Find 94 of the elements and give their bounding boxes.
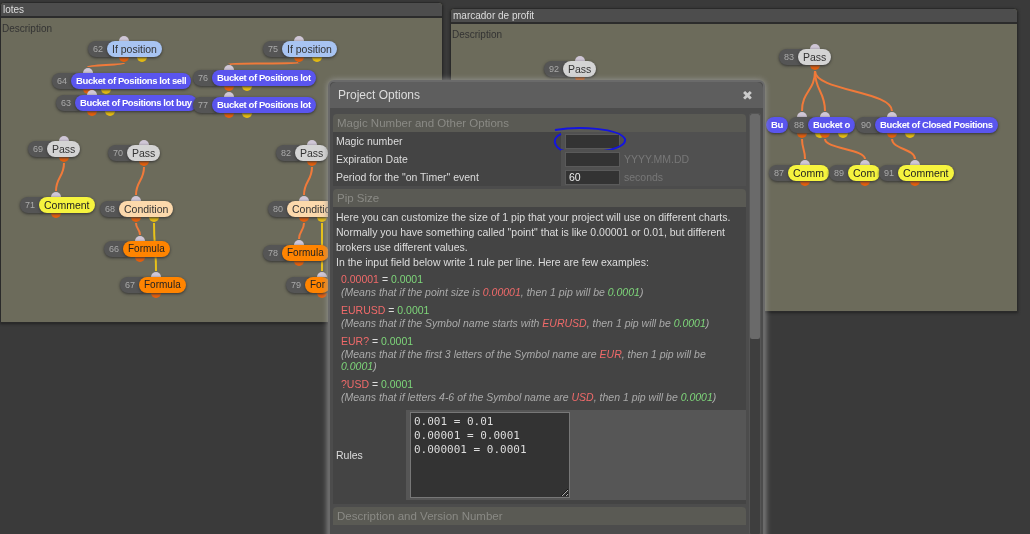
field-label: Rules [335,449,364,461]
node-label[interactable]: If position [107,41,162,57]
connector-line [891,138,916,160]
output-port[interactable] [135,257,145,262]
example-rule: ?USD = 0.0001 [341,378,415,391]
output-port[interactable] [317,293,327,298]
node-label[interactable]: If position [282,41,337,57]
connector-line [135,166,145,196]
output-port[interactable] [810,65,820,70]
input-field[interactable] [565,133,620,149]
node-label[interactable]: Bucket of Positions lot [212,97,316,113]
example-note: (Means that if the point size is 0.00001, then 1 pip will be 0.0001) [341,286,645,298]
output-port[interactable] [860,181,870,186]
node-label[interactable]: Formula [282,245,329,261]
dialog-title: Project Options [338,88,421,102]
output-port[interactable] [59,157,69,162]
rules-textarea[interactable]: 0.001 = 0.01 0.00001 = 0.0001 0.000001 = 0.0001 [410,412,570,498]
input-port[interactable] [810,44,820,49]
input-port[interactable] [135,236,145,241]
node-label[interactable]: Condition [119,201,174,217]
node-label[interactable]: Pass [127,145,161,161]
output-port[interactable] [51,213,61,218]
input-port[interactable] [910,160,920,165]
example-rule: 0.00001 = 0.0001 [341,273,425,286]
input-port[interactable] [800,160,810,165]
node-label[interactable]: Comment [898,165,954,181]
node-label[interactable]: Comm [788,165,829,181]
input-field[interactable]: 60 [565,169,620,185]
output-port[interactable] [307,161,317,166]
input-port[interactable] [294,36,304,41]
example-note: (Means that if letters 4-6 of the Symbol name are USD, then 1 pip will be 0.0001) [341,391,718,403]
input-port[interactable] [224,65,234,70]
input-port[interactable] [224,92,234,97]
input-port[interactable] [860,160,870,165]
node-label[interactable]: Pass [295,145,329,161]
scrollbar[interactable] [749,113,761,534]
output-port[interactable] [294,261,304,266]
input-port[interactable] [294,240,304,245]
node-label[interactable]: Bu [766,117,788,133]
input-port[interactable] [307,140,317,145]
node-label[interactable]: Bucket of Positions lot sell [71,73,192,89]
node-label[interactable]: Formula [123,241,170,257]
connector-line [55,162,65,192]
input-port[interactable] [820,112,830,117]
field-label: Period for the "on Timer" event [335,171,480,183]
node-label[interactable]: Com [848,165,881,181]
input-port[interactable] [83,68,93,73]
node-label[interactable]: Bucket of Positions lot [212,70,316,86]
node-label[interactable]: Pass [47,141,81,157]
node-label[interactable]: Pass [798,49,832,65]
node-label[interactable]: Bucket o [808,117,855,133]
connector-line [135,222,141,236]
example-note: (Means that if the Symbol name starts with EURUSD, then 1 pip will be 0.0001) [341,317,711,329]
node-label[interactable]: Pass [563,61,597,77]
input-port[interactable] [51,192,61,197]
connector-line [303,166,313,196]
input-port[interactable] [317,272,327,277]
output-port[interactable] [910,181,920,186]
input-port[interactable] [887,112,897,117]
node-label[interactable]: Formula [139,277,186,293]
connector-line [824,138,866,160]
output-port[interactable] [151,293,161,298]
node-label[interactable]: Comment [39,197,95,213]
field-label: Magic number [335,135,404,147]
help-text: Here you can customize the size of 1 pip that your project will use on different charts. [336,210,732,225]
input-port[interactable] [299,196,309,201]
input-port[interactable] [575,56,585,61]
example-rule: EURUSD = 0.0001 [341,304,431,317]
input-port[interactable] [87,90,97,95]
field-label: Expiration Date [335,153,409,165]
input-field[interactable] [565,151,620,167]
node-label[interactable]: Bucket of Closed Positions [875,117,998,133]
close-button[interactable]: ✖ [738,87,757,103]
input-port[interactable] [119,36,129,41]
node-label[interactable]: Bucket of Positions lot buy [75,95,197,111]
window-title: marcador de profit [451,9,1017,24]
input-port[interactable] [131,196,141,201]
input-port[interactable] [59,136,69,141]
description-label: Description [2,22,53,34]
input-port[interactable] [151,272,161,277]
help-text: In the input field below write 1 rule per line. Here are few examples: [336,255,650,270]
connector-line [228,62,300,65]
window-title: lotes [1,3,442,18]
connector-line [298,222,305,240]
example-note: (Means that if the first 3 letters of the Symbol name are EUR, then 1 pip will be 0.0001) [341,348,707,372]
input-port[interactable] [139,140,149,145]
connector-line [87,62,125,68]
output-port[interactable] [139,161,149,166]
description-label: Description [452,28,503,40]
example-rule: EUR? = 0.0001 [341,335,415,348]
help-text: Normally you have something called "point" that is like 0.00001 or 0.01, but different brokers use different values. [336,225,726,255]
connector-line [801,138,806,160]
input-port[interactable] [797,112,807,117]
output-port[interactable] [800,181,810,186]
